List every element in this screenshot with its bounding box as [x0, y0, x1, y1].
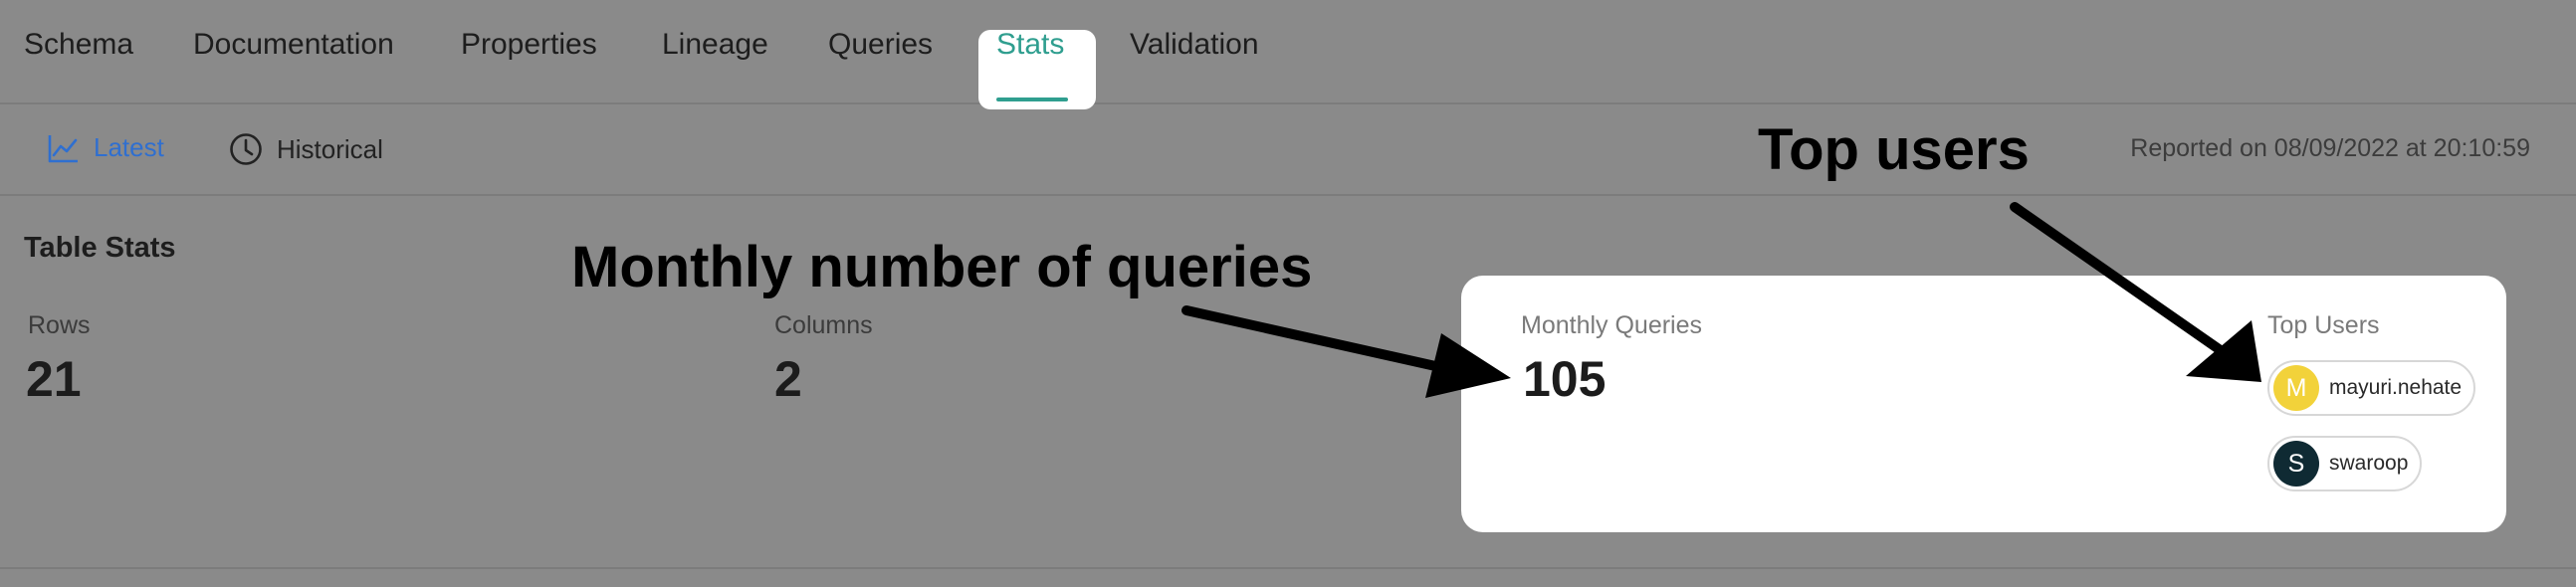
arrow-to-top-users — [2010, 202, 2261, 382]
annotation-arrows — [1181, 202, 2261, 398]
arrow-to-monthly-queries — [1181, 305, 1511, 398]
divider — [0, 567, 2576, 569]
